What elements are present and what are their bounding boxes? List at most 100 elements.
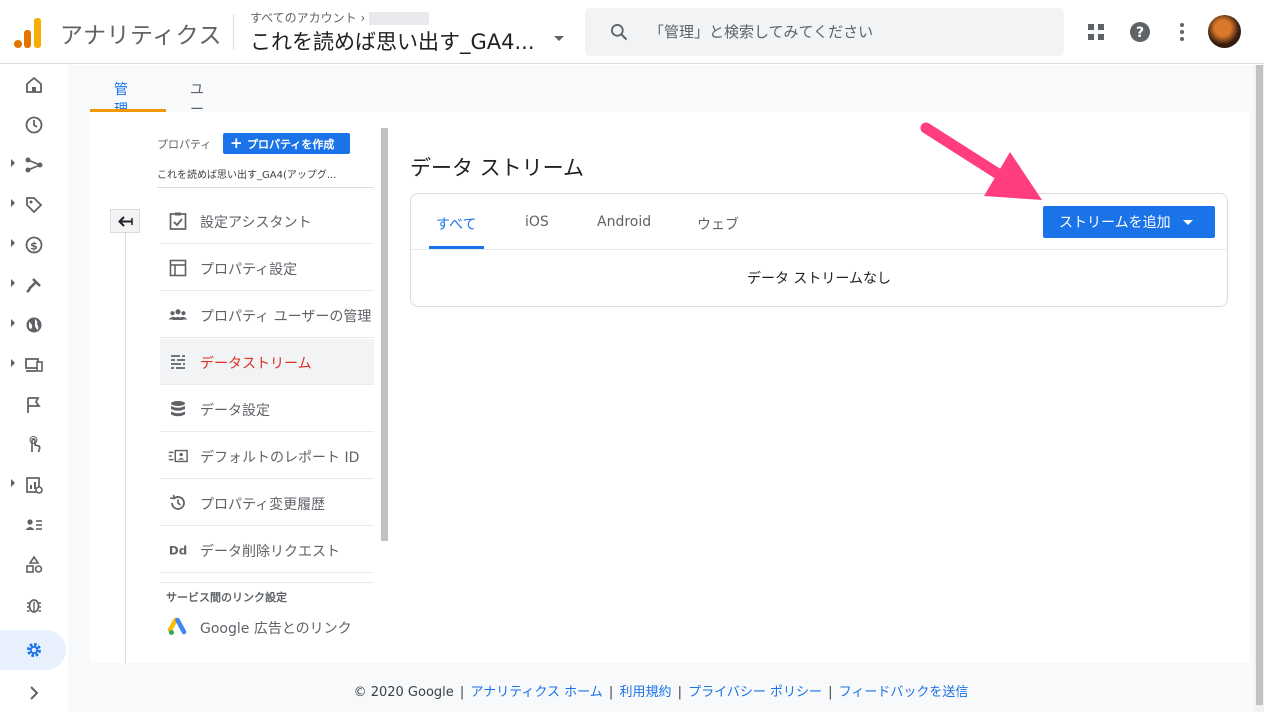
product-name[interactable]: アナリティクス [60, 16, 222, 50]
history-icon [169, 494, 185, 510]
devices-icon [25, 358, 43, 372]
rail-conversions[interactable] [0, 425, 68, 465]
menu-property-settings[interactable]: プロパティ設定 [160, 245, 374, 291]
page-scrollbar[interactable] [1254, 65, 1264, 712]
database-icon [171, 401, 185, 417]
rail-admin[interactable] [0, 630, 66, 670]
menu-property-history[interactable]: プロパティ変更履歴 [160, 480, 374, 526]
menu-data-settings[interactable]: データ設定 [160, 386, 374, 432]
data-streams-panel: すべて iOS Android ウェブ ストリームを追加 データ ストリームなし [410, 193, 1228, 307]
menu-setup-assistant[interactable]: 設定アシスタント [160, 198, 374, 244]
redacted-account [369, 12, 430, 25]
menu-google-ads-link[interactable]: Google 広告とのリンク [160, 604, 374, 650]
home-icon [26, 76, 42, 93]
rail-lifecycle[interactable] [0, 145, 68, 185]
page-title: データ ストリーム [410, 156, 585, 180]
account-breadcrumb[interactable]: すべてのアカウント › [250, 9, 430, 26]
chevron-right-icon[interactable] [24, 683, 44, 703]
dollar-icon: $ [25, 236, 43, 254]
empty-state-text: データ ストリームなし [746, 271, 892, 287]
stream-tab-web[interactable]: ウェブ [697, 214, 739, 234]
header-divider [233, 14, 234, 50]
scrollbar-thumb[interactable] [1256, 65, 1263, 705]
avatar[interactable] [1208, 15, 1241, 48]
stream-tab-android[interactable]: Android [597, 214, 651, 230]
people-icon [168, 309, 188, 320]
rail-debugview[interactable] [0, 585, 68, 625]
footer-copyright: © 2020 Google [353, 685, 454, 700]
left-nav-rail: $ [0, 65, 68, 712]
window-icon [169, 259, 187, 277]
account-selector[interactable]: これを読めば思い出す_GA4... [250, 26, 535, 56]
chevron-right-icon [11, 159, 15, 167]
chevron-right-icon [11, 359, 15, 367]
rail-retention[interactable] [0, 265, 68, 305]
more-vert-icon[interactable] [1170, 20, 1194, 44]
search-box[interactable] [585, 8, 1064, 56]
menu-scrollbar[interactable] [381, 128, 388, 541]
funnel-flow-icon [25, 157, 43, 173]
menu-default-report-id[interactable]: デフォルトのレポート ID [160, 433, 374, 479]
menu-data-deletion[interactable]: Dd データ削除リクエスト [160, 527, 374, 573]
rail-realtime[interactable] [0, 105, 68, 145]
rail-tech[interactable] [0, 345, 68, 385]
chevron-right-icon [11, 479, 15, 487]
link-section-heading: サービス間のリンク設定 [166, 591, 287, 604]
rail-custom-definitions[interactable] [0, 545, 68, 585]
top-app-bar: アナリティクス すべてのアカウント › これを読めば思い出す_GA4... ? [0, 0, 1264, 64]
rail-audiences[interactable] [0, 505, 68, 545]
shapes-icon [26, 555, 43, 573]
globe-icon [26, 317, 42, 333]
footer-link-privacy[interactable]: プライバシー ポリシー [688, 685, 822, 700]
rail-events[interactable] [0, 385, 68, 425]
flag-icon [27, 397, 41, 413]
gear-icon [27, 643, 41, 657]
help-icon[interactable]: ? [1128, 20, 1152, 44]
rail-monetization[interactable]: $ [0, 225, 68, 265]
checklist-icon [169, 212, 187, 230]
footer-link-feedback[interactable]: フィードバックを送信 [839, 685, 969, 700]
menu-property-users[interactable]: プロパティ ユーザーの管理 [160, 292, 374, 338]
streams-icon [171, 355, 185, 369]
chevron-right-icon [11, 239, 15, 247]
rail-acquisition[interactable] [0, 185, 68, 225]
chevron-down-icon[interactable] [554, 36, 564, 41]
apps-grid-icon[interactable] [1084, 20, 1108, 44]
property-selector[interactable]: これを読めば思い出す_GA4(アップグ... [157, 166, 374, 188]
back-button[interactable] [110, 209, 140, 233]
arrow-back-icon [118, 216, 133, 227]
rail-home[interactable] [0, 65, 68, 105]
plus-icon: + [230, 134, 243, 152]
magnet-icon [26, 278, 41, 293]
search-icon [611, 24, 628, 41]
touch-icon [29, 436, 41, 453]
svg-text:Dd: Dd [169, 544, 187, 558]
stream-tabs-divider [411, 249, 1227, 250]
report-id-icon [168, 449, 188, 463]
create-property-button[interactable]: + プロパティを作成 [223, 133, 350, 154]
property-column: プロパティ + プロパティを作成 これを読めば思い出す_GA4(アップグ... 設… [90, 112, 390, 663]
search-input[interactable] [649, 18, 1039, 46]
caret-down-icon [1183, 220, 1193, 225]
svg-text:$: $ [30, 240, 38, 253]
annotation-arrow-icon [920, 122, 1042, 200]
analysis-icon [26, 477, 43, 494]
analytics-logo-icon[interactable] [14, 16, 44, 48]
clock-icon [25, 116, 43, 134]
footer-link-home[interactable]: アナリティクス ホーム [470, 685, 602, 700]
menu-data-streams[interactable]: データストリーム [160, 339, 374, 385]
property-label: プロパティ [157, 138, 212, 151]
google-ads-icon [168, 617, 187, 635]
chevron-right-icon [11, 279, 15, 287]
add-stream-button[interactable]: ストリームを追加 [1043, 206, 1215, 238]
rail-explore[interactable] [0, 465, 68, 505]
stream-tab-ios[interactable]: iOS [525, 214, 549, 230]
footer-link-terms[interactable]: 利用規約 [619, 685, 671, 700]
tree-connector [125, 233, 126, 663]
chevron-right-icon [11, 199, 15, 207]
section-divider [160, 582, 374, 583]
tag-icon [26, 197, 43, 214]
rail-demographics[interactable] [0, 305, 68, 345]
admin-main: 管理 ユーザー プロパティ +プロパティを作成 これを読めば思い出す_GA4(ア… [68, 65, 1254, 712]
stream-tab-all[interactable]: すべて [436, 214, 476, 234]
